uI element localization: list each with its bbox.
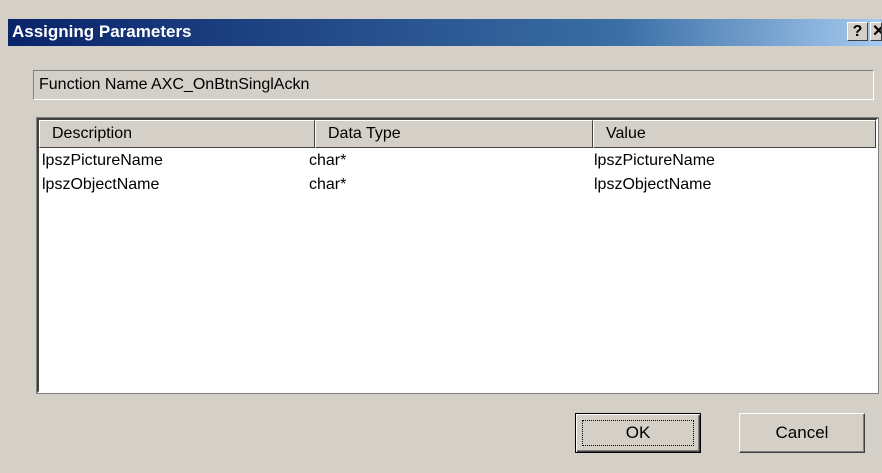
- list-header: Description Data Type Value: [39, 120, 876, 148]
- list-row[interactable]: lpszPictureName char* lpszPictureName: [39, 150, 876, 174]
- function-name-text: Function Name AXC_OnBtnSinglAckn: [39, 76, 310, 93]
- window-title: Assigning Parameters: [12, 22, 192, 41]
- parameters-list[interactable]: Description Data Type Value lpszPictureN…: [36, 117, 879, 394]
- assigning-parameters-dialog: Assigning Parameters ? ✕ Function Name A…: [0, 0, 882, 473]
- cancel-button-label: Cancel: [775, 423, 829, 442]
- cancel-button[interactable]: Cancel: [739, 413, 865, 453]
- column-header-value[interactable]: Value: [593, 120, 876, 148]
- row-data-type: char*: [309, 152, 347, 169]
- close-button[interactable]: ✕: [870, 22, 882, 41]
- ok-button[interactable]: OK: [575, 413, 701, 453]
- row-data-type: char*: [309, 176, 347, 193]
- list-row[interactable]: lpszObjectName char* lpszObjectName: [39, 174, 876, 198]
- focus-rectangle: [582, 420, 694, 446]
- list-body: lpszPictureName char* lpszPictureName lp…: [39, 150, 876, 198]
- function-name-field: Function Name AXC_OnBtnSinglAckn: [33, 70, 874, 100]
- column-header-data-type[interactable]: Data Type: [315, 120, 593, 148]
- close-icon: ✕: [872, 23, 881, 40]
- help-button[interactable]: ?: [847, 22, 868, 41]
- row-value: lpszPictureName: [594, 152, 715, 169]
- row-description: lpszPictureName: [42, 152, 163, 169]
- help-icon: ?: [852, 22, 863, 40]
- row-value: lpszObjectName: [594, 176, 712, 193]
- title-bar[interactable]: Assigning Parameters ? ✕: [8, 19, 882, 46]
- row-description: lpszObjectName: [42, 176, 160, 193]
- column-header-description[interactable]: Description: [39, 120, 315, 148]
